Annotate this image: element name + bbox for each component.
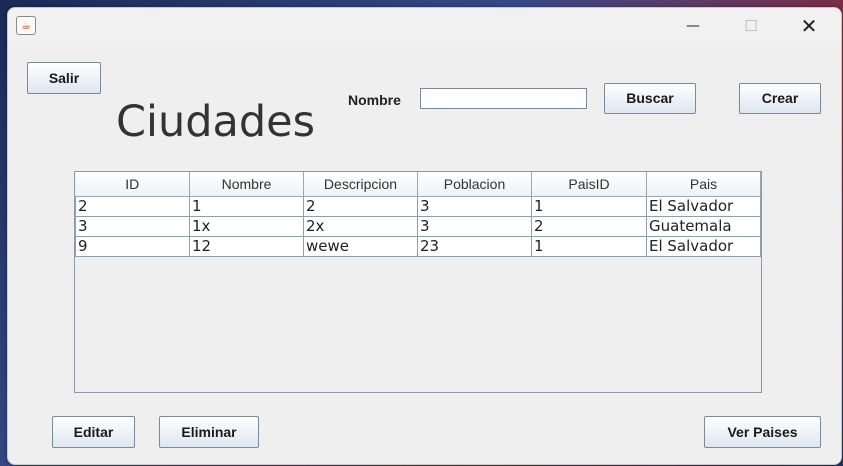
buscar-button[interactable]: Buscar (604, 83, 696, 114)
nombre-label: Nombre (348, 92, 401, 108)
table-cell[interactable]: 2 (75, 195, 190, 217)
table-cell[interactable]: El Salvador (646, 235, 761, 257)
table-cell[interactable]: 23 (417, 235, 532, 257)
table-cell[interactable]: 1 (531, 195, 647, 217)
minimize-button[interactable]: — (670, 8, 716, 44)
maximize-button[interactable]: ☐ (728, 8, 774, 44)
ver-paises-button[interactable]: Ver Paises (704, 416, 821, 448)
table-row[interactable]: 3 1x 2x 3 2 Guatemala (75, 215, 761, 237)
minimize-icon: — (686, 18, 700, 34)
page-title: Ciudades (116, 97, 316, 147)
table-row[interactable]: 9 12 wewe 23 1 El Salvador (75, 235, 761, 257)
crear-button[interactable]: Crear (739, 83, 821, 114)
table-row[interactable]: 2 1 2 3 1 El Salvador (75, 195, 761, 217)
eliminar-button[interactable]: Eliminar (159, 416, 259, 448)
column-header-paisid[interactable]: PaisID (531, 172, 647, 197)
table-header-row: ID Nombre Descripcion Poblacion PaisID P… (75, 172, 761, 197)
close-icon: ✕ (800, 14, 818, 38)
nombre-search-input[interactable] (420, 88, 587, 109)
table-cell[interactable]: 1x (189, 215, 304, 237)
column-header-poblacion[interactable]: Poblacion (417, 172, 532, 197)
column-header-id[interactable]: ID (75, 172, 190, 197)
column-header-descripcion[interactable]: Descripcion (303, 172, 418, 197)
table-cell[interactable]: El Salvador (646, 195, 761, 217)
maximize-icon: ☐ (744, 17, 758, 35)
table-cell[interactable]: 3 (417, 215, 532, 237)
table-cell[interactable]: wewe (303, 235, 418, 257)
salir-button[interactable]: Salir (27, 62, 101, 94)
table-cell[interactable]: 12 (189, 235, 304, 257)
column-header-nombre[interactable]: Nombre (189, 172, 304, 197)
table-cell[interactable]: 1 (531, 235, 647, 257)
ciudades-table[interactable]: ID Nombre Descripcion Poblacion PaisID P… (74, 171, 762, 393)
table-cell[interactable]: 2 (303, 195, 418, 217)
table-cell[interactable]: Guatemala (646, 215, 761, 237)
editar-button[interactable]: Editar (52, 416, 135, 448)
table-cell[interactable]: 1 (189, 195, 304, 217)
table-cell[interactable]: 2 (531, 215, 647, 237)
table-cell[interactable]: 3 (417, 195, 532, 217)
close-button[interactable]: ✕ (786, 8, 832, 44)
app-window: ☕ — ☐ ✕ Salir Ciudades Nombre Buscar Cre… (7, 7, 842, 465)
title-bar[interactable]: ☕ — ☐ ✕ (8, 8, 841, 44)
table-cell[interactable]: 2x (303, 215, 418, 237)
java-app-icon[interactable]: ☕ (16, 16, 36, 35)
column-header-pais[interactable]: Pais (646, 172, 761, 197)
table-cell[interactable]: 3 (75, 215, 190, 237)
table-cell[interactable]: 9 (75, 235, 190, 257)
